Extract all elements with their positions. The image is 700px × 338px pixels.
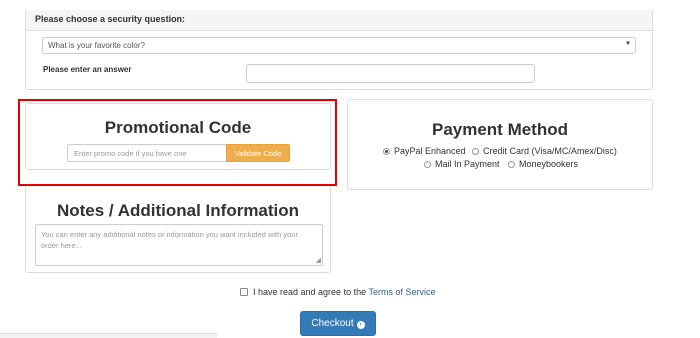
radio-checked-icon[interactable] <box>383 148 390 155</box>
radio-unchecked-icon[interactable] <box>424 161 431 168</box>
promo-highlight-box <box>18 99 337 186</box>
resize-grip-icon[interactable]: ◢ <box>316 257 321 264</box>
security-question-header: Please choose a security question: <box>26 10 652 31</box>
answer-input[interactable] <box>246 64 535 83</box>
payment-method-panel: Payment Method PayPal Enhanced Credit Ca… <box>347 99 653 190</box>
notes-title: Notes / Additional Information <box>56 201 300 220</box>
payment-option-label: Credit Card (Visa/MC/Amex/Disc) <box>483 146 617 156</box>
security-question-select[interactable]: What is your favorite color? ▼ <box>42 37 636 54</box>
payment-option-mail-in[interactable]: Mail In Payment <box>424 159 500 169</box>
security-question-panel: Please choose a security question: What … <box>25 10 653 90</box>
arrow-circle-right-icon: › <box>356 321 365 329</box>
payment-option-label: Mail In Payment <box>435 159 500 169</box>
payment-option-moneybookers[interactable]: Moneybookers <box>508 159 578 169</box>
checkout-button[interactable]: Checkout › <box>300 311 376 336</box>
terms-text: I have read and agree to the <box>253 287 367 297</box>
payment-option-label: Moneybookers <box>519 159 579 169</box>
payment-method-title: Payment Method <box>431 120 569 139</box>
terms-of-service-link[interactable]: Terms of Service <box>368 287 435 297</box>
security-question-title: Please choose a security question: <box>35 14 186 24</box>
radio-unchecked-icon[interactable] <box>472 148 479 155</box>
checkout-label: Checkout <box>311 318 354 329</box>
payment-option-paypal[interactable]: PayPal Enhanced <box>383 146 466 156</box>
caret-down-icon: ▼ <box>625 41 631 47</box>
payment-option-label: PayPal Enhanced <box>394 146 466 156</box>
answer-label: Please enter an answer <box>43 65 132 74</box>
radio-unchecked-icon[interactable] <box>508 161 515 168</box>
notes-panel: Notes / Additional Information You can e… <box>25 186 331 273</box>
notes-placeholder: You can enter any additional notes or in… <box>41 230 298 250</box>
terms-row: I have read and agree to the Terms of Se… <box>240 287 435 297</box>
terms-checkbox[interactable] <box>240 288 248 296</box>
payment-option-credit-card[interactable]: Credit Card (Visa/MC/Amex/Disc) <box>472 146 617 156</box>
bottom-status-bar <box>0 333 217 338</box>
security-question-selected: What is your favorite color? <box>48 41 145 50</box>
notes-textarea[interactable]: You can enter any additional notes or in… <box>35 224 323 266</box>
